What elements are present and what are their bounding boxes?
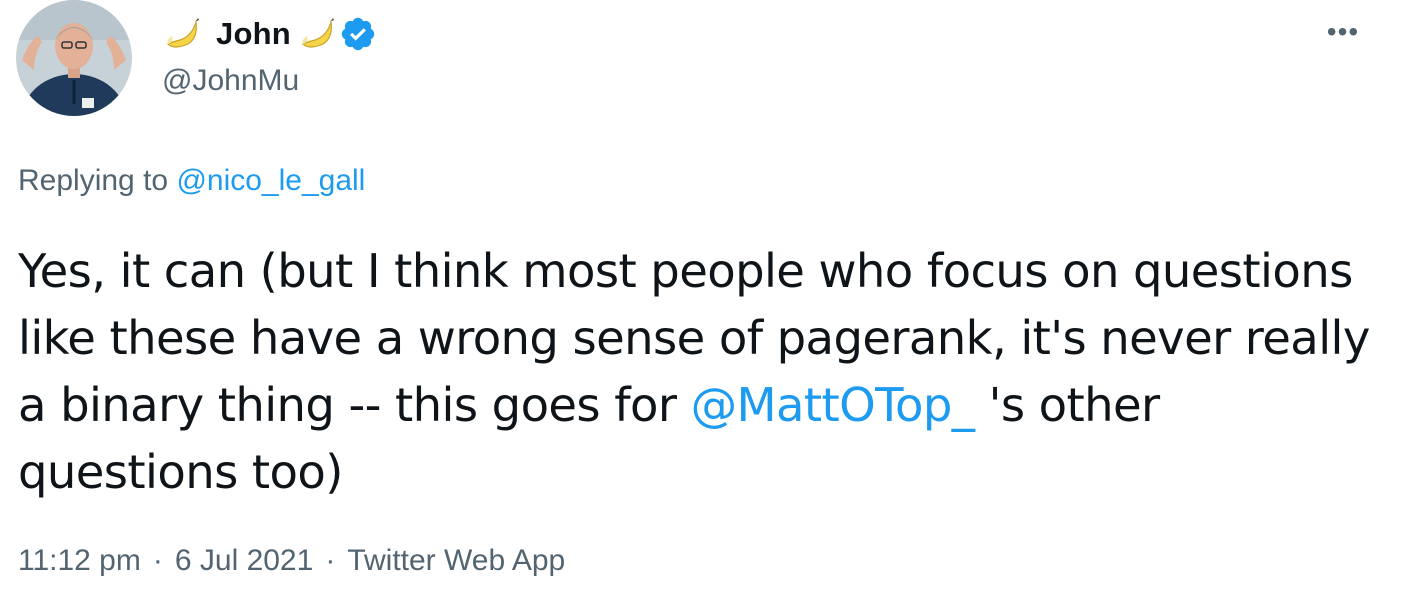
verified-badge-icon	[339, 15, 377, 53]
more-options-button[interactable]: •••	[1323, 16, 1363, 47]
replying-to: Replying to @nico_le_gall	[18, 164, 365, 198]
meta-separator: ·	[325, 544, 336, 577]
avatar[interactable]	[16, 0, 132, 116]
display-name: John	[216, 16, 291, 51]
tweet-source[interactable]: Twitter Web App	[347, 544, 565, 578]
meta-separator: ·	[152, 544, 163, 577]
author-handle[interactable]: @JohnMu	[162, 64, 299, 98]
banana-icon	[297, 14, 337, 54]
tweet-mention-link[interactable]: @MattOTop_	[691, 378, 976, 432]
banana-icon	[162, 14, 202, 54]
more-options-icon: •••	[1326, 16, 1360, 47]
tweet-date[interactable]: 6 Jul 2021	[175, 544, 313, 578]
tweet-text: Yes, it can (but I think most people who…	[18, 238, 1378, 506]
replying-to-label: Replying to	[18, 164, 169, 197]
replying-to-mention[interactable]: @nico_le_gall	[176, 164, 365, 197]
tweet-meta: 11:12 pm · 6 Jul 2021 · Twitter Web App	[18, 544, 565, 578]
tweet-time[interactable]: 11:12 pm	[18, 544, 141, 578]
author-name-row[interactable]: John	[162, 12, 377, 56]
